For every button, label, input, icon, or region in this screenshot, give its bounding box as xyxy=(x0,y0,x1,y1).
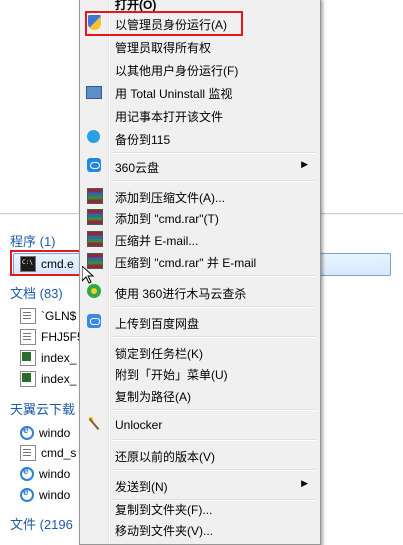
context-menu: 打开(O) 以管理员身份运行(A) 管理员取得所有权 以其他用户身份运行(F) … xyxy=(79,0,321,545)
document-icon xyxy=(20,445,36,461)
ie-icon xyxy=(20,487,34,502)
menu-item-360-cloud[interactable]: 360云盘 ▶ xyxy=(82,156,318,176)
mouse-cursor-icon xyxy=(82,266,94,284)
menu-item-label: Unlocker xyxy=(115,418,163,432)
rar-icon xyxy=(87,209,103,225)
menu-item-label: 压缩到 "cmd.rar" 并 E-mail xyxy=(115,256,257,270)
rar-icon xyxy=(87,188,103,204)
result-label: index_ xyxy=(41,351,77,365)
menu-item-label: 上传到百度网盘 xyxy=(115,317,200,331)
menu-item-label: 使用 360进行木马云查杀 xyxy=(115,287,247,301)
menu-item-label: 发送到(N) xyxy=(115,480,168,494)
menu-item-baidu-upload[interactable]: 上传到百度网盘 xyxy=(82,312,318,332)
menu-item-label: 锁定到任务栏(K) xyxy=(115,347,203,361)
menu-item-run-as-other-user[interactable]: 以其他用户身份运行(F) xyxy=(82,59,318,79)
menu-item-copy-as-path[interactable]: 复制为路径(A) xyxy=(82,385,318,405)
result-label: index_ xyxy=(41,372,77,386)
menu-item-label: 用 Total Uninstall 监视 xyxy=(115,87,233,101)
menu-item-label: 复制到文件夹(F)... xyxy=(115,503,213,517)
menu-separator xyxy=(112,409,316,411)
menu-separator xyxy=(112,439,316,441)
executable-icon xyxy=(20,371,36,387)
menu-separator xyxy=(112,275,316,277)
group-title-downloads[interactable]: 天翼云下载 xyxy=(10,399,75,418)
result-label: windo xyxy=(39,426,71,440)
menu-item-360-scan[interactable]: 使用 360进行木马云查杀 xyxy=(82,282,318,302)
result-label: FHJ5F5 xyxy=(41,330,84,344)
menu-item-label: 添加到 "cmd.rar"(T) xyxy=(115,212,219,226)
360-scan-icon xyxy=(87,284,101,298)
menu-item-compress-email[interactable]: 压缩并 E-mail... xyxy=(82,229,318,249)
menu-item-pin-start[interactable]: 附到「开始」菜单(U) xyxy=(82,363,318,383)
rar-icon xyxy=(87,231,103,247)
group-title-programs[interactable]: 程序 (1) xyxy=(10,231,56,250)
menu-item-label: 还原以前的版本(V) xyxy=(115,450,215,464)
menu-item-send-to[interactable]: 发送到(N) ▶ xyxy=(82,475,318,495)
menu-item-label: 用记事本打开该文件 xyxy=(115,110,224,124)
submenu-arrow-icon: ▶ xyxy=(301,159,308,169)
result-label: `GLN$ xyxy=(41,309,77,323)
executable-icon xyxy=(20,350,36,366)
menu-item-open-notepad[interactable]: 用记事本打开该文件 xyxy=(82,105,318,125)
menu-item-restore-versions[interactable]: 还原以前的版本(V) xyxy=(82,445,318,465)
unlocker-wand-icon xyxy=(87,417,101,431)
result-label: windo xyxy=(39,488,71,502)
menu-item-unlocker[interactable]: Unlocker xyxy=(82,415,318,435)
document-icon xyxy=(20,308,36,324)
highlight-box-run-as-admin xyxy=(85,11,243,36)
menu-item-add-to-archive[interactable]: 添加到压缩文件(A)... xyxy=(82,186,318,206)
menu-separator xyxy=(112,306,316,308)
submenu-arrow-icon: ▶ xyxy=(301,478,308,488)
menu-item-compress-cmd-rar-email[interactable]: 压缩到 "cmd.rar" 并 E-mail xyxy=(82,251,318,271)
menu-item-label: 压缩并 E-mail... xyxy=(115,234,199,248)
menu-item-take-ownership[interactable]: 管理员取得所有权 xyxy=(82,36,318,56)
menu-separator xyxy=(112,336,316,338)
menu-item-backup-115[interactable]: 备份到115 xyxy=(82,128,318,148)
360-cloud-icon xyxy=(87,158,101,172)
group-title-documents[interactable]: 文档 (83) xyxy=(10,283,63,302)
menu-item-label: 管理员取得所有权 xyxy=(115,41,212,55)
menu-separator xyxy=(112,469,316,471)
menu-item-label: 移动到文件夹(V)... xyxy=(115,524,213,538)
ie-icon xyxy=(20,425,34,440)
result-label: cmd_s xyxy=(41,446,77,460)
menu-item-add-to-cmd-rar[interactable]: 添加到 "cmd.rar"(T) xyxy=(82,207,318,227)
menu-item-label: 附到「开始」菜单(U) xyxy=(115,368,228,382)
baidu-cloud-icon xyxy=(87,314,101,328)
menu-item-label: 添加到压缩文件(A)... xyxy=(115,191,225,205)
menu-item-copy-to-folder[interactable]: 复制到文件夹(F)... xyxy=(82,498,318,518)
document-icon xyxy=(20,329,36,345)
menu-item-move-to-folder[interactable]: 移动到文件夹(V)... xyxy=(82,519,318,539)
menu-item-label: 360云盘 xyxy=(115,161,160,175)
menu-separator xyxy=(112,152,316,154)
group-title-files[interactable]: 文件 (2196 xyxy=(10,514,73,533)
menu-item-label: 以其他用户身份运行(F) xyxy=(115,64,239,78)
monitor-icon xyxy=(86,86,102,99)
ie-icon xyxy=(20,466,34,481)
menu-item-total-uninstall[interactable]: 用 Total Uninstall 监视 xyxy=(82,82,318,102)
result-label: windo xyxy=(39,467,71,481)
menu-item-pin-taskbar[interactable]: 锁定到任务栏(K) xyxy=(82,342,318,362)
cloud-icon xyxy=(87,130,100,143)
menu-item-label: 复制为路径(A) xyxy=(115,390,191,404)
menu-item-label: 备份到115 xyxy=(115,133,171,147)
menu-separator xyxy=(112,180,316,182)
